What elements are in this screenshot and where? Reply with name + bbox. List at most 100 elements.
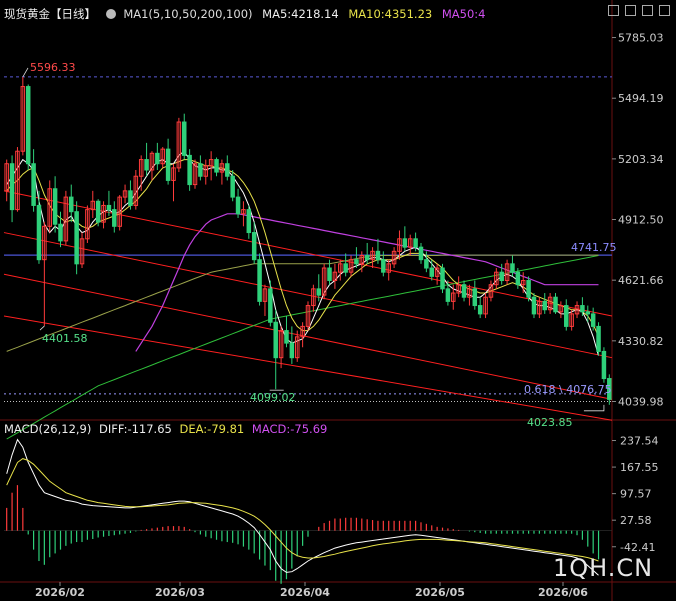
candle-body	[251, 232, 257, 261]
candle-body	[327, 267, 332, 282]
channel-line-2	[3, 273, 613, 400]
candle-body	[128, 190, 133, 206]
candle-body	[235, 196, 241, 215]
candle-body	[181, 121, 187, 156]
candle-body	[74, 211, 79, 265]
ma-label: MA1(5,10,50,200,100)	[123, 7, 253, 21]
candle-body	[214, 159, 219, 173]
macd-y-tick-label: -42.41	[620, 541, 655, 554]
macd-y-tick-label: 167.55	[620, 461, 659, 474]
candle-body	[526, 280, 531, 298]
y-tick-label: 4621.66	[618, 274, 664, 287]
candle-body	[343, 263, 348, 273]
candle-body	[144, 159, 149, 171]
candle-body	[225, 163, 230, 177]
candle-body	[95, 200, 101, 223]
restore-icon[interactable]	[625, 5, 636, 16]
candle-body	[477, 305, 483, 315]
candle-body	[429, 267, 435, 277]
watermark: 1QH.CN	[553, 554, 654, 582]
macd-y-tick-label: 97.57	[620, 488, 652, 501]
candle-body	[31, 163, 36, 206]
macd-y-tick-label: 27.58	[620, 514, 652, 527]
candle-body	[564, 305, 569, 327]
candle-body	[257, 259, 262, 302]
candle-body	[112, 209, 117, 227]
candle-body	[69, 196, 74, 213]
candle-body	[230, 175, 235, 198]
window-tools	[608, 5, 670, 16]
candle-body	[515, 271, 521, 286]
candle-body	[375, 250, 381, 261]
low1-pointer	[39, 325, 45, 331]
candle-body	[418, 246, 424, 261]
candle-body	[472, 288, 478, 307]
candle-body	[273, 321, 278, 359]
candle-body	[381, 259, 386, 273]
low3-pointer	[583, 404, 605, 412]
x-tick-label: 2026/04	[280, 586, 330, 599]
candle-body	[106, 204, 112, 211]
candle-body	[424, 259, 429, 269]
macd-label: MACD(26,12,9)	[4, 422, 92, 436]
maximize-icon[interactable]	[642, 5, 653, 16]
y-tick-label: 4330.82	[618, 335, 664, 348]
candle-body	[542, 300, 547, 311]
candle-body	[165, 148, 171, 181]
ma50-value: MA50:4	[441, 7, 486, 21]
candle-body	[187, 154, 192, 186]
settings-icon[interactable]	[105, 9, 116, 19]
y-tick-label: 5494.19	[618, 92, 664, 105]
close-icon[interactable]	[659, 5, 670, 16]
candle-body	[440, 267, 445, 290]
candle-body	[402, 238, 408, 248]
x-tick-label: 2026/02	[35, 586, 85, 599]
x-tick-label: 2026/03	[155, 586, 205, 599]
x-tick-label: 2026/06	[538, 586, 588, 599]
candle-body	[499, 271, 504, 282]
candle-body	[580, 305, 585, 313]
minimize-icon[interactable]	[608, 5, 619, 16]
candle-body	[510, 263, 515, 273]
channel-line-3	[3, 315, 613, 421]
high-pointer	[22, 67, 29, 78]
x-tick-label: 2026/05	[415, 586, 465, 599]
macd-dea: DEA:-79.81	[179, 422, 245, 436]
ma10-line	[6, 159, 599, 337]
macd-legend: MACD(26,12,9) DIFF:-117.65 DEA:-79.81 MA…	[4, 422, 331, 436]
candle-body	[590, 313, 596, 327]
ma5-value: MA5:4218.14	[262, 7, 339, 21]
macd-value: MACD:-75.69	[251, 422, 328, 436]
ma10-value: MA10:4351.23	[348, 7, 433, 21]
low2-label: 4099.02	[250, 391, 296, 404]
candle-body	[52, 188, 58, 225]
y-tick-label: 4912.50	[618, 214, 664, 227]
candle-body	[246, 209, 252, 234]
candle-body	[553, 296, 558, 313]
candle-body	[445, 288, 451, 302]
low3-label: 4023.85	[527, 416, 573, 429]
y-tick-label: 5785.03	[618, 32, 664, 45]
candle-body	[531, 296, 537, 315]
macd-diff-line	[6, 438, 599, 576]
low1-label: 4401.58	[42, 332, 88, 345]
candle-body	[36, 204, 42, 261]
macd-diff: DIFF:-117.65	[99, 422, 172, 436]
candle-body	[364, 254, 370, 261]
candle-body	[601, 350, 607, 380]
y-tick-label: 4039.98	[618, 395, 664, 408]
channel-line-1	[3, 232, 613, 359]
candle-body	[198, 163, 203, 177]
resistance-level-label: 4741.75	[571, 241, 617, 254]
fib-level-label: 0.618 \ 4076.75	[524, 383, 612, 396]
candle-body	[284, 330, 289, 344]
candle-body	[461, 284, 467, 298]
candle-body	[316, 288, 322, 296]
candle-body	[9, 163, 15, 211]
candle-body	[289, 342, 295, 359]
high-label: 5596.33	[30, 61, 76, 74]
candle-body	[25, 86, 31, 165]
chart-svg: 5785.03 5494.19 5203.34 4912.50 4621.66 4330.…	[0, 0, 676, 601]
candle-body	[596, 325, 601, 352]
channel-line-0	[3, 190, 613, 317]
